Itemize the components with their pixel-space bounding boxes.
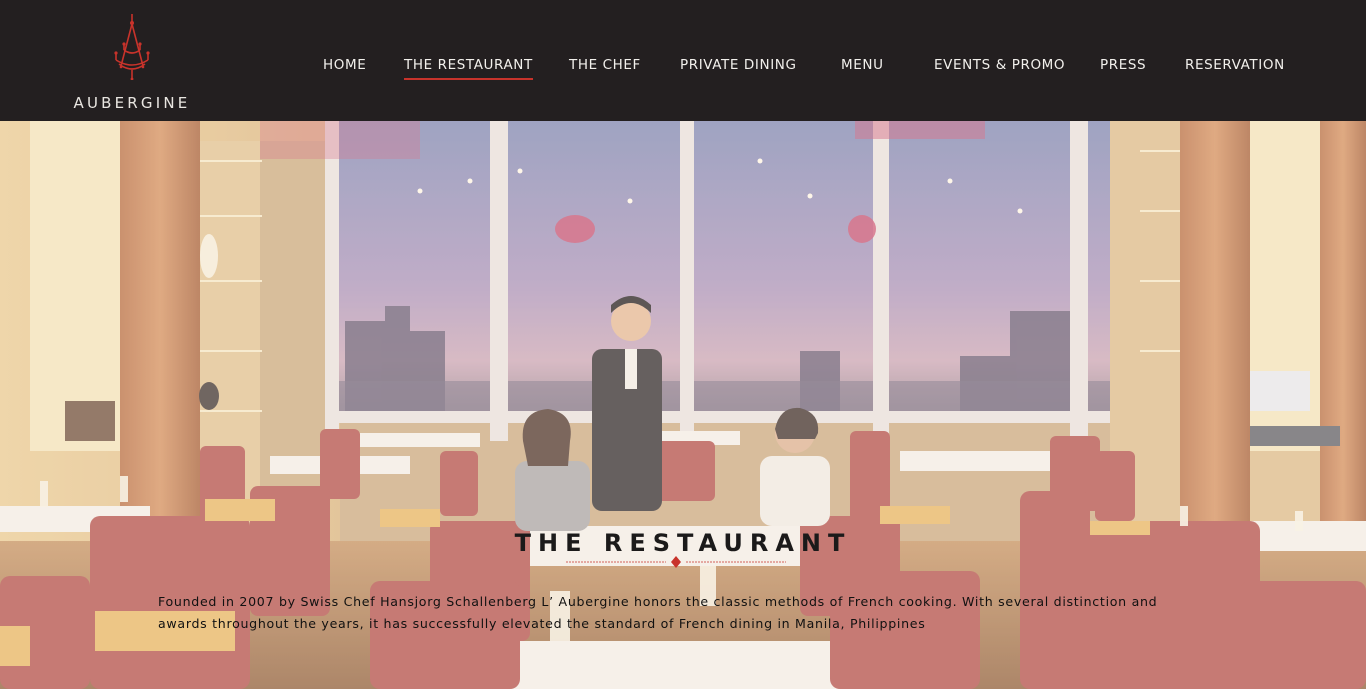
nav-item-events-promo[interactable]: EVENTS & PROMO	[934, 56, 1065, 74]
main-nav: HOME THE RESTAURANT THE CHEF PRIVATE DIN…	[0, 56, 1366, 86]
page-title: THE RESTAURANT	[514, 529, 852, 558]
brand-name: AUBERGINE	[73, 94, 191, 112]
nav-item-private-dining[interactable]: PRIVATE DINING	[680, 56, 797, 74]
nav-item-press[interactable]: PRESS	[1100, 56, 1146, 74]
site-header: AUBERGINE HOME THE RESTAURANT THE CHEF P…	[0, 0, 1366, 121]
nav-item-reservation[interactable]: RESERVATION	[1185, 56, 1285, 74]
nav-item-the-chef[interactable]: THE CHEF	[569, 56, 641, 74]
restaurant-description: Founded in 2007 by Swiss Chef Hansjorg S…	[158, 594, 1158, 631]
nav-item-menu[interactable]: MENU	[841, 56, 884, 74]
hero-section: THE RESTAURANT Founded in 2007 by Swiss …	[0, 121, 1366, 689]
nav-item-home[interactable]: HOME	[323, 56, 366, 74]
diamond-divider-icon	[566, 556, 786, 568]
nav-item-the-restaurant[interactable]: THE RESTAURANT	[404, 56, 533, 80]
